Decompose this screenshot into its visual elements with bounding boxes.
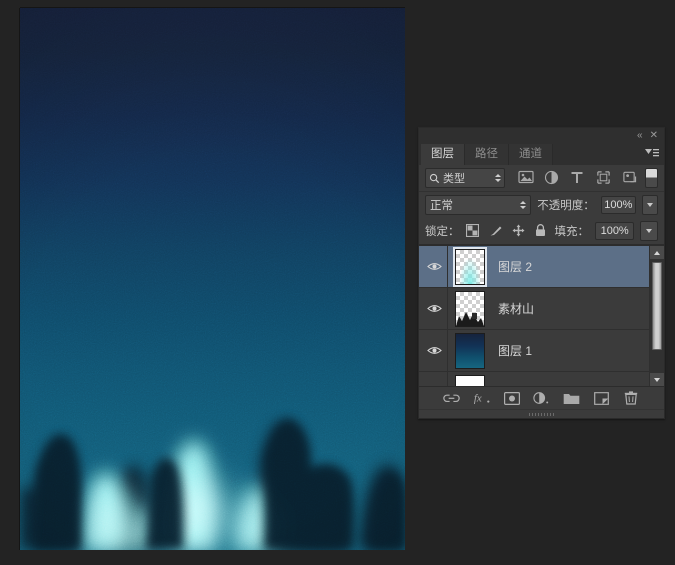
- layer-thumbnail-cell[interactable]: [448, 375, 492, 387]
- lock-position-icon[interactable]: [512, 224, 526, 238]
- canvas-grain-texture: [20, 8, 405, 550]
- tab-channels[interactable]: 通道: [509, 144, 553, 165]
- eye-icon: [427, 345, 442, 356]
- layer-name[interactable]: 素材山: [492, 300, 638, 317]
- delete-layer-icon[interactable]: [621, 389, 641, 407]
- layer-name[interactable]: 图层 1: [492, 342, 638, 359]
- lock-row[interactable]: 锁定：: [419, 218, 664, 245]
- thumbnail-white-content: [456, 376, 484, 387]
- opacity-dropdown-icon[interactable]: [642, 195, 658, 215]
- layers-panel[interactable]: « ✕ 图层 路径 通道 类型: [418, 127, 665, 419]
- filter-kind-spinner[interactable]: [494, 172, 501, 184]
- layer-visibility-toggle[interactable]: [421, 330, 448, 371]
- panel-menu-icon[interactable]: [644, 147, 660, 160]
- panel-tabstrip[interactable]: 图层 路径 通道: [419, 143, 664, 165]
- layer-thumbnail[interactable]: [455, 375, 485, 387]
- layer-list-scrollbar[interactable]: [649, 246, 664, 386]
- layers-panel-toolbar[interactable]: fx: [419, 386, 664, 409]
- tab-layers[interactable]: 图层: [421, 144, 465, 165]
- shape-layer-filter-icon[interactable]: [596, 170, 612, 186]
- add-layer-mask-icon[interactable]: [502, 389, 522, 407]
- layer-style-fx-icon[interactable]: fx: [472, 389, 492, 407]
- adjustment-layer-filter-icon[interactable]: [544, 170, 560, 186]
- lock-all-icon[interactable]: [535, 224, 549, 238]
- scrollbar-track[interactable]: [650, 259, 664, 373]
- smart-object-filter-icon[interactable]: [622, 170, 638, 186]
- filter-enable-toggle[interactable]: [645, 168, 658, 188]
- layer-row[interactable]: 背景: [419, 372, 664, 386]
- type-layer-filter-icon[interactable]: [570, 170, 586, 186]
- layer-row[interactable]: 素材山: [419, 288, 664, 330]
- layer-visibility-toggle[interactable]: [421, 288, 448, 329]
- svg-text:fx: fx: [474, 393, 482, 405]
- scroll-up-button[interactable]: [650, 246, 664, 259]
- fill-input[interactable]: 100%: [595, 222, 634, 240]
- document-canvas[interactable]: [20, 8, 405, 550]
- layer-thumbnail[interactable]: [455, 333, 485, 369]
- lock-transparent-pixels-icon[interactable]: [466, 224, 480, 238]
- blend-mode-row[interactable]: 正常 不透明度： 100%: [419, 192, 664, 218]
- layer-thumbnail-cell[interactable]: [448, 291, 492, 327]
- layer-thumbnail-cell[interactable]: [448, 333, 492, 369]
- layer-name[interactable]: 图层 2: [492, 258, 638, 275]
- new-layer-icon[interactable]: [591, 389, 611, 407]
- opacity-input[interactable]: 100%: [601, 196, 636, 214]
- filter-kind-label: 类型: [443, 170, 491, 186]
- scroll-down-button[interactable]: [650, 373, 664, 386]
- close-panel-icon[interactable]: ✕: [650, 131, 658, 141]
- fill-label: 填充：: [555, 223, 590, 239]
- thumbnail-glow-content: [456, 250, 484, 284]
- thumbnail-gradient-content: [456, 334, 484, 368]
- new-adjustment-layer-icon[interactable]: [531, 389, 551, 407]
- layer-name[interactable]: 背景: [492, 384, 638, 386]
- eye-icon: [427, 261, 442, 272]
- layer-row[interactable]: 图层 2: [419, 246, 664, 288]
- fill-dropdown-icon[interactable]: [640, 221, 658, 241]
- lock-label: 锁定：: [425, 223, 460, 239]
- layer-row[interactable]: 图层 1: [419, 330, 664, 372]
- link-layers-icon[interactable]: [442, 389, 462, 407]
- layer-list[interactable]: 图层 2 素材山: [419, 245, 664, 386]
- layer-visibility-toggle[interactable]: [421, 246, 448, 287]
- lock-image-pixels-icon[interactable]: [489, 224, 503, 238]
- eye-icon: [427, 303, 442, 314]
- thumbnail-mountain-content: [456, 292, 484, 326]
- scrollbar-thumb[interactable]: [652, 262, 662, 350]
- new-group-icon[interactable]: [561, 389, 581, 407]
- panel-titlebar[interactable]: « ✕: [419, 128, 664, 143]
- blend-mode-value: 正常: [430, 197, 519, 213]
- layer-thumbnail[interactable]: [455, 249, 485, 285]
- tab-paths[interactable]: 路径: [465, 144, 509, 165]
- layer-visibility-toggle[interactable]: [421, 372, 448, 386]
- lock-icon-group: [466, 224, 549, 238]
- layer-thumbnail-cell[interactable]: [448, 249, 492, 285]
- layer-thumbnail[interactable]: [455, 291, 485, 327]
- collapse-panel-icon[interactable]: «: [637, 131, 643, 141]
- titlebar-controls: « ✕: [637, 128, 662, 143]
- blend-mode-spinner[interactable]: [519, 199, 526, 211]
- filter-type-icons: [518, 170, 638, 186]
- opacity-label: 不透明度：: [537, 197, 595, 213]
- blend-mode-select[interactable]: 正常: [425, 195, 531, 215]
- pixel-layer-filter-icon[interactable]: [518, 170, 534, 186]
- panel-resize-grip[interactable]: [419, 409, 664, 418]
- filter-kind-select[interactable]: 类型: [425, 168, 505, 188]
- layer-filter-row[interactable]: 类型: [419, 165, 664, 192]
- search-icon: [429, 173, 440, 184]
